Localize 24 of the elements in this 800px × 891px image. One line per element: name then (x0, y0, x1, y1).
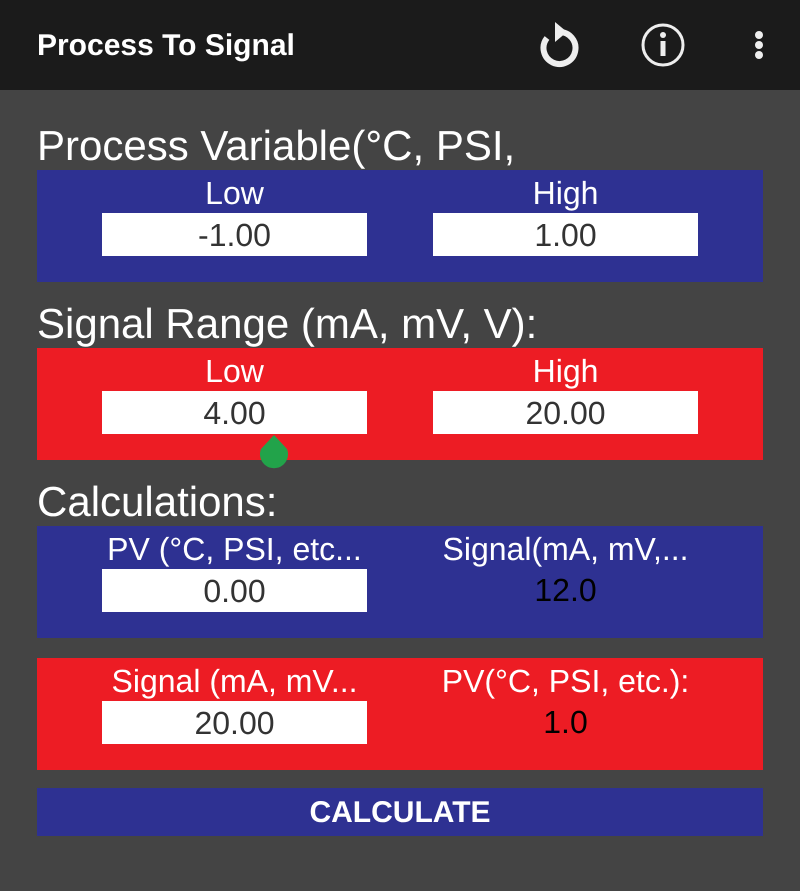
field-label: High (532, 174, 598, 213)
calculate-button[interactable]: CALCULATE (37, 788, 763, 836)
input-field[interactable]: 1.00 (433, 213, 698, 256)
field-label: PV(°C, PSI, etc.): (442, 662, 690, 701)
input-field[interactable]: 0.00 (102, 569, 367, 612)
info-icon[interactable] (640, 22, 686, 68)
input-field[interactable]: 4.00 (102, 391, 367, 434)
section-title: Process Variable(°C, PSI, (37, 122, 516, 170)
result-value: 12.0 (534, 571, 597, 610)
section-title: Signal Range (mA, mV, V): (37, 300, 538, 348)
app-title: Process To Signal (37, 28, 296, 64)
input-field[interactable]: 20.00 (102, 701, 367, 744)
field-label: Low (205, 174, 264, 213)
field-label: Low (205, 352, 264, 391)
input-field[interactable]: -1.00 (102, 213, 367, 256)
field-label: PV (°C, PSI, etc... (107, 530, 362, 569)
field-label: Signal(mA, mV,... (442, 530, 688, 569)
section-title: Calculations: (37, 478, 278, 526)
field-label: Signal (mA, mV... (111, 662, 358, 701)
input-field[interactable]: 20.00 (433, 391, 698, 434)
result-value: 1.0 (543, 703, 588, 742)
more-menu-icon[interactable] (754, 30, 764, 60)
field-label: High (532, 352, 598, 391)
cursor-handle-icon[interactable] (257, 435, 291, 471)
